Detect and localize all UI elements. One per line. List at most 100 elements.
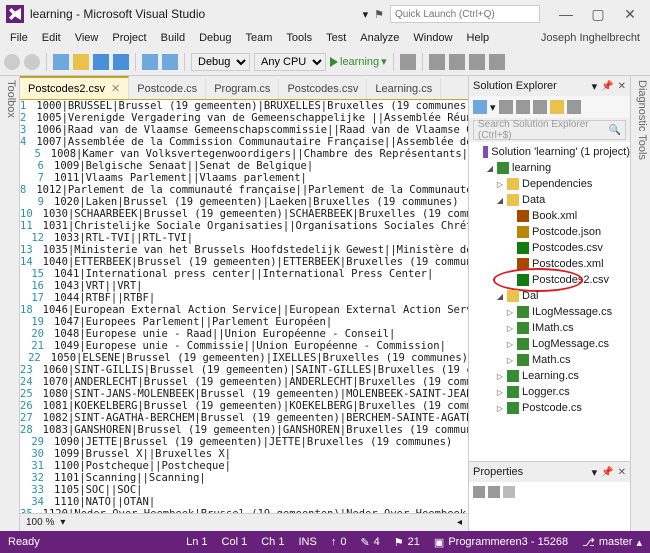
- misc-icon-4[interactable]: [469, 54, 485, 70]
- menu-team[interactable]: Team: [240, 30, 279, 46]
- misc-icon-3[interactable]: [449, 54, 465, 70]
- save-all-icon[interactable]: [113, 54, 129, 70]
- file-node[interactable]: ▷Learning.cs: [469, 368, 630, 384]
- file-node[interactable]: Book.xml: [469, 208, 630, 224]
- editor-line[interactable]: 61009|Belgische Senaat||Senat de Belgiqu…: [20, 160, 468, 172]
- file-node[interactable]: ▷Math.cs: [469, 352, 630, 368]
- quick-launch-input[interactable]: [390, 5, 540, 23]
- project-node[interactable]: ◢learning: [469, 160, 630, 176]
- file-node[interactable]: ▷LogMessage.cs: [469, 336, 630, 352]
- editor-line[interactable]: 331105|SOC||SOC|: [20, 484, 468, 496]
- menu-window[interactable]: Window: [407, 30, 458, 46]
- close-button[interactable]: ✕: [616, 6, 644, 23]
- config-select[interactable]: Debug: [191, 53, 250, 71]
- editor-line[interactable]: 161043|VRT||VRT|: [20, 280, 468, 292]
- editor-line[interactable]: 221050|ELSENE|Brussel (19 gemeenten)|IXE…: [20, 352, 468, 364]
- menu-debug[interactable]: Debug: [193, 30, 237, 46]
- solution-search-input[interactable]: Search Solution Explorer (Ctrl+$) 🔍: [473, 120, 626, 140]
- menu-test[interactable]: Test: [320, 30, 352, 46]
- editor-line[interactable]: 81012|Parlement de la communauté françai…: [20, 184, 468, 196]
- editor-line[interactable]: 321101|Scanning||Scanning|: [20, 472, 468, 484]
- folder-data[interactable]: ◢Data: [469, 192, 630, 208]
- file-node[interactable]: Postcodes2.csv: [469, 272, 630, 288]
- misc-icon-1[interactable]: [400, 54, 416, 70]
- dropdown-icon[interactable]: ▾: [592, 466, 598, 479]
- editor-line[interactable]: 21005|Verenigde Vergadering van de Gemee…: [20, 112, 468, 124]
- new-project-icon[interactable]: [53, 54, 69, 70]
- editor-line[interactable]: 31006|Raad van de Vlaamse Gemeenschapsco…: [20, 124, 468, 136]
- editor-line[interactable]: 11000|BRUSSEL|Brussel (19 gemeenten)|BRU…: [20, 100, 468, 112]
- editor-line[interactable]: 281083|GANSHOREN|Brussel (19 gemeenten)|…: [20, 424, 468, 436]
- editor-line[interactable]: 71011|Vlaams Parlement||Vlaams parlement…: [20, 172, 468, 184]
- platform-select[interactable]: Any CPU: [254, 53, 326, 71]
- editor-line[interactable]: 301099|Brussel X||Bruxelles X|: [20, 448, 468, 460]
- misc-icon-5[interactable]: [489, 54, 505, 70]
- file-node[interactable]: ▷ILogMessage.cs: [469, 304, 630, 320]
- editor-line[interactable]: 241070|ANDERLECHT|Brussel (19 gemeenten)…: [20, 376, 468, 388]
- menu-view[interactable]: View: [69, 30, 105, 46]
- document-tab[interactable]: Postcode.cs: [129, 79, 206, 99]
- status-errors[interactable]: ⚑ 21: [394, 536, 420, 549]
- alpha-icon[interactable]: [488, 486, 500, 498]
- maximize-button[interactable]: ▢: [584, 6, 612, 23]
- document-tab[interactable]: Postcodes.csv: [279, 79, 367, 99]
- editor-line[interactable]: 191047|Europees Parlement||Parlement Eur…: [20, 316, 468, 328]
- file-node[interactable]: Postcodes.xml: [469, 256, 630, 272]
- menu-help[interactable]: Help: [461, 30, 496, 46]
- menu-project[interactable]: Project: [106, 30, 152, 46]
- close-tab-icon[interactable]: ✕: [111, 83, 120, 95]
- editor-line[interactable]: 91020|Laken|Brussel (19 gemeenten)|Laeke…: [20, 196, 468, 208]
- menu-build[interactable]: Build: [155, 30, 191, 46]
- categorized-icon[interactable]: [473, 486, 485, 498]
- solution-node[interactable]: Solution 'learning' (1 project): [469, 144, 630, 160]
- home-icon[interactable]: [473, 100, 487, 114]
- start-button[interactable]: learning ▾: [330, 55, 387, 68]
- zoom-level[interactable]: 100 %: [26, 517, 54, 528]
- undo-icon[interactable]: [142, 54, 158, 70]
- redo-icon[interactable]: [162, 54, 178, 70]
- file-node[interactable]: Postcodes.csv: [469, 240, 630, 256]
- dependencies-node[interactable]: ▷Dependencies: [469, 176, 630, 192]
- status-changes[interactable]: ✎ 4: [360, 536, 379, 549]
- status-repo[interactable]: ▣ Programmeren3 - 15268: [434, 536, 568, 549]
- document-tab[interactable]: Postcodes2.csv✕: [20, 76, 129, 99]
- editor-line[interactable]: 181046|European External Action Service|…: [20, 304, 468, 316]
- editor-line[interactable]: 291090|JETTE|Brussel (19 gemeenten)|JETT…: [20, 436, 468, 448]
- solution-tree[interactable]: Solution 'learning' (1 project)◢learning…: [469, 142, 630, 461]
- save-icon[interactable]: [93, 54, 109, 70]
- editor-line[interactable]: 271082|SINT-AGATHA-BERCHEM|Brussel (19 g…: [20, 412, 468, 424]
- editor-line[interactable]: 231060|SINT-GILLIS|Brussel (19 gemeenten…: [20, 364, 468, 376]
- menu-analyze[interactable]: Analyze: [354, 30, 405, 46]
- editor-line[interactable]: 251080|SINT-JANS-MOLENBEEK|Brussel (19 g…: [20, 388, 468, 400]
- editor-line[interactable]: 211049|Europese unie - Commissie||Union …: [20, 340, 468, 352]
- document-tab[interactable]: Learning.cs: [367, 79, 441, 99]
- signed-in-user[interactable]: Joseph Inghelbrecht: [535, 30, 646, 46]
- file-node[interactable]: ▷Postcode.cs: [469, 400, 630, 416]
- editor-line[interactable]: 171044|RTBF||RTBF|: [20, 292, 468, 304]
- refresh-icon[interactable]: [516, 100, 530, 114]
- showall-icon[interactable]: [550, 100, 564, 114]
- editor[interactable]: 11000|BRUSSEL|Brussel (19 gemeenten)|BRU…: [20, 100, 468, 513]
- menu-tools[interactable]: Tools: [280, 30, 318, 46]
- notify-icon[interactable]: ▾: [363, 8, 369, 21]
- editor-line[interactable]: 341110|NATO||OTAN|: [20, 496, 468, 508]
- editor-line[interactable]: 121033|RTL-TVI||RTL-TVI|: [20, 232, 468, 244]
- collapse-icon[interactable]: [533, 100, 547, 114]
- toolbox-tab[interactable]: Toolbox: [0, 76, 20, 531]
- editor-line[interactable]: 41007|Assemblée de la Commission Communa…: [20, 136, 468, 148]
- pin-icon[interactable]: 📌: [601, 81, 613, 92]
- editor-line[interactable]: 141040|ETTERBEEK|Brussel (19 gemeenten)|…: [20, 256, 468, 268]
- editor-line[interactable]: 151041|International press center||Inter…: [20, 268, 468, 280]
- wrench-icon[interactable]: [503, 486, 515, 498]
- nav-fwd-icon[interactable]: [24, 54, 40, 70]
- editor-line[interactable]: 261081|KOEKELBERG|Brussel (19 gemeenten)…: [20, 400, 468, 412]
- file-node[interactable]: ▷Logger.cs: [469, 384, 630, 400]
- menu-file[interactable]: File: [4, 30, 34, 46]
- editor-line[interactable]: 311100|Postcheque||Postcheque|: [20, 460, 468, 472]
- properties-icon[interactable]: [567, 100, 581, 114]
- minimize-button[interactable]: —: [552, 6, 580, 23]
- folder-dal[interactable]: ◢Dal: [469, 288, 630, 304]
- file-node[interactable]: ▷IMath.cs: [469, 320, 630, 336]
- editor-line[interactable]: 111031|Christelijke Sociale Organisaties…: [20, 220, 468, 232]
- misc-icon-2[interactable]: [429, 54, 445, 70]
